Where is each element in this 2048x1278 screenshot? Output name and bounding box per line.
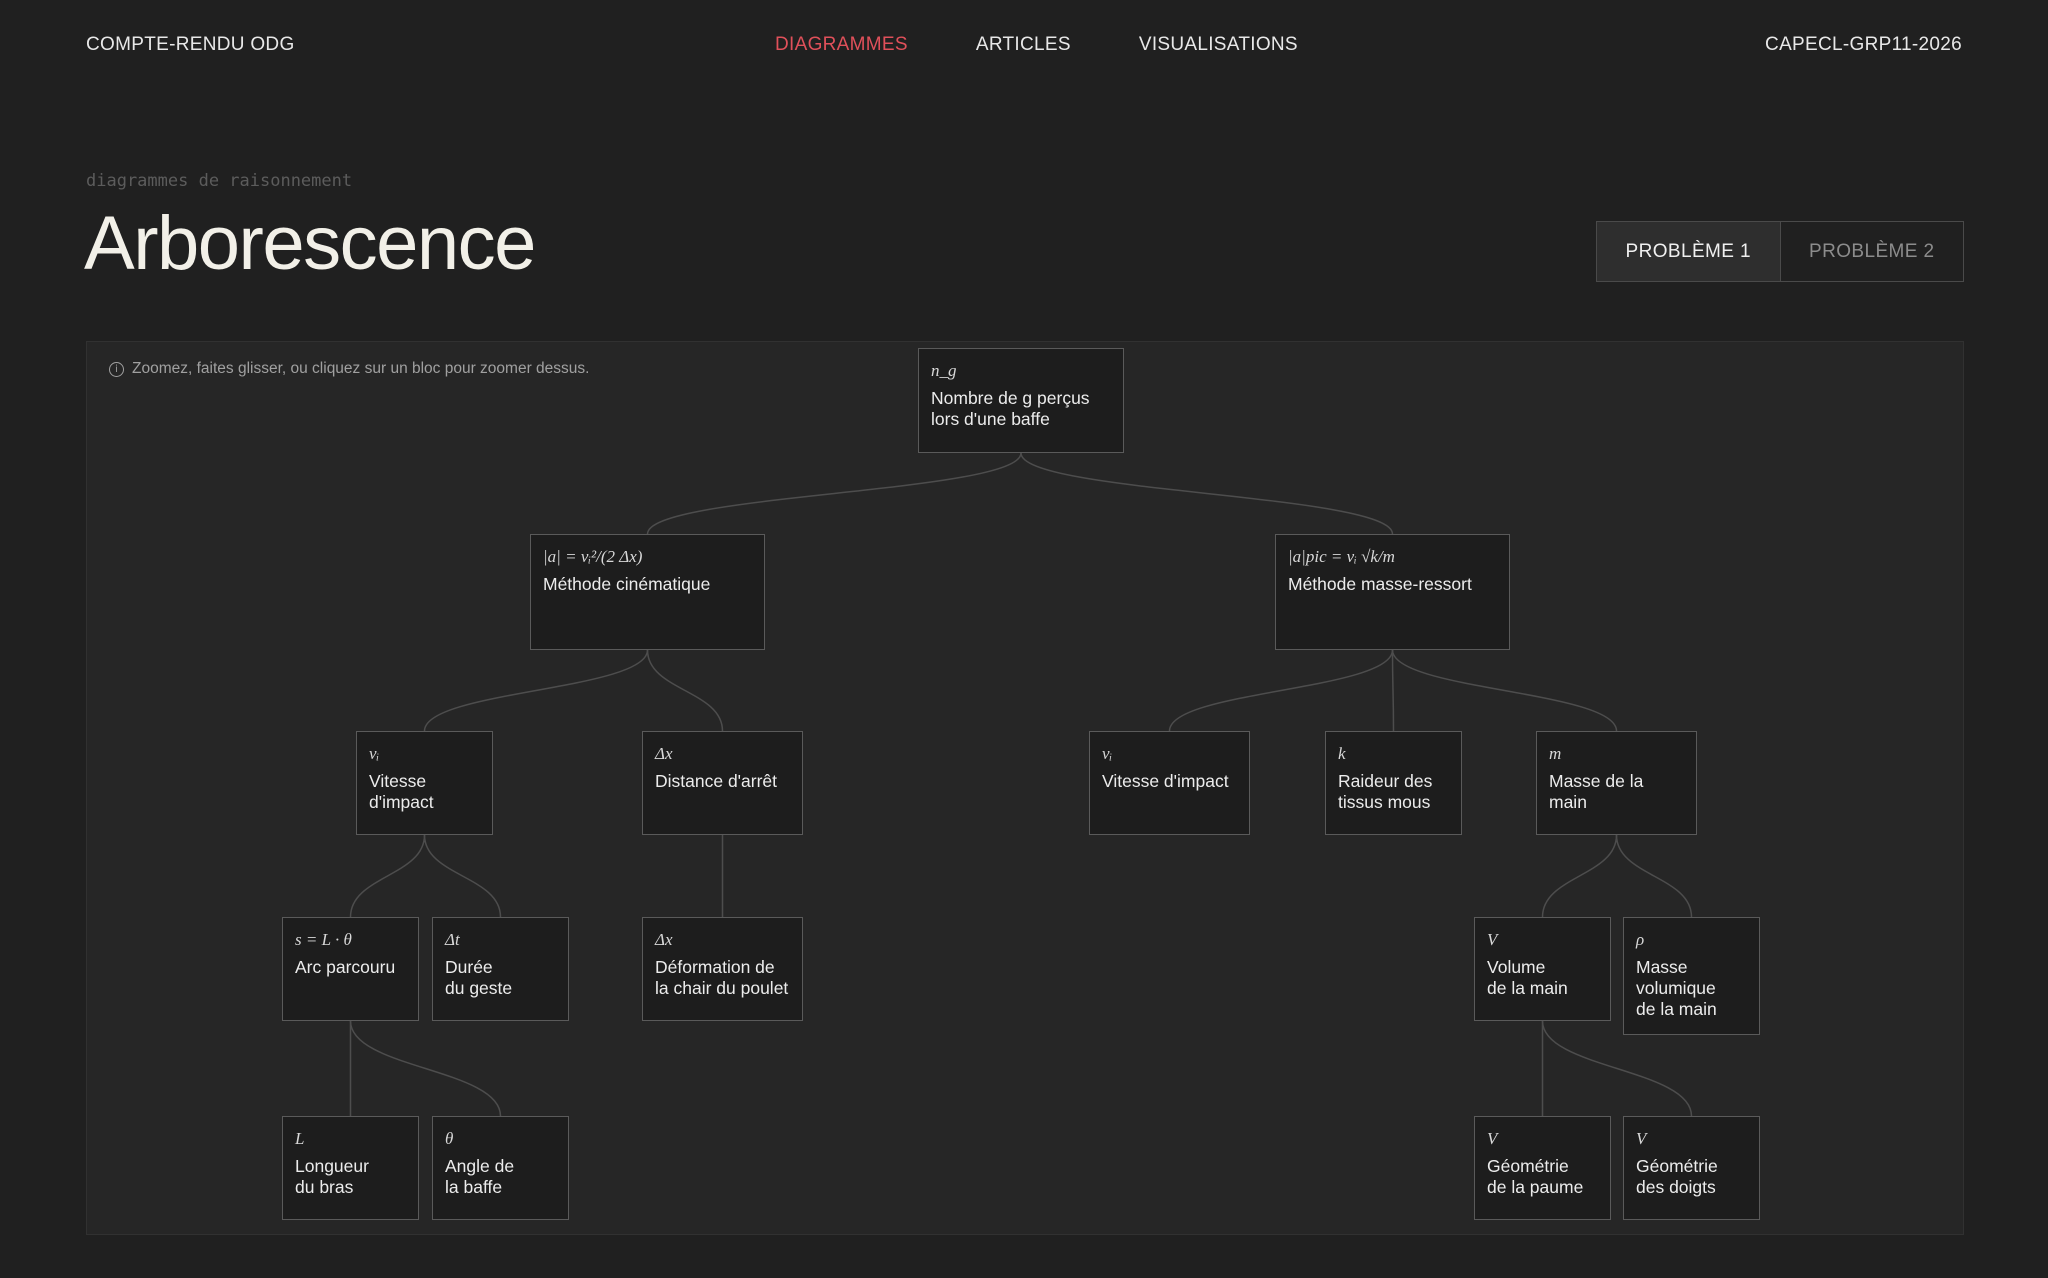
node-label: Volume de la main bbox=[1487, 957, 1568, 998]
edge-cin-vi1 bbox=[423, 649, 649, 732]
edge-s-theta bbox=[349, 1020, 502, 1117]
node-label: Distance d'arrêt bbox=[655, 771, 778, 791]
tree-node-cin[interactable]: |a| = vᵢ²/(2 Δx) Méthode cinématique bbox=[530, 534, 765, 650]
node-label: Masse volumique de la main bbox=[1636, 957, 1717, 1019]
node-formula: |a| = vᵢ²/(2 Δx) bbox=[543, 547, 643, 566]
node-label: Durée du geste bbox=[445, 957, 513, 998]
tree-node-L[interactable]: L Longueur du bras bbox=[282, 1116, 419, 1220]
node-formula: V bbox=[1487, 930, 1498, 949]
main-menu: DIAGRAMMES ARTICLES VISUALISATIONS bbox=[775, 34, 1298, 56]
edge-mr-vi2 bbox=[1168, 649, 1394, 732]
node-label: Arc parcouru bbox=[295, 957, 396, 977]
problem-1-button[interactable]: PROBLÈME 1 bbox=[1597, 222, 1781, 281]
top-nav: COMPTE-RENDU ODG DIAGRAMMES ARTICLES VIS… bbox=[0, 0, 2048, 92]
node-formula: vᵢ bbox=[369, 744, 380, 763]
tree-node-k[interactable]: k Raideur des tissus mous bbox=[1325, 731, 1462, 835]
edge-V-Vd bbox=[1541, 1020, 1693, 1117]
tree-node-Vd[interactable]: V Géométrie des doigts bbox=[1623, 1116, 1760, 1220]
tree-node-dt[interactable]: Δt Durée du geste bbox=[432, 917, 569, 1021]
problem-2-button[interactable]: PROBLÈME 2 bbox=[1781, 222, 1964, 281]
tree-node-rho[interactable]: ρ Masse volumique de la main bbox=[1623, 917, 1760, 1035]
diagram-canvas[interactable]: i Zoomez, faites glisser, ou cliquez sur… bbox=[86, 341, 1964, 1235]
node-formula: m bbox=[1549, 744, 1562, 763]
tree-node-dx1[interactable]: Δx Distance d'arrêt bbox=[642, 731, 803, 835]
tree-node-dx2[interactable]: Δx Déformation de la chair du poulet bbox=[642, 917, 803, 1021]
tree-node-mr[interactable]: |a|pic = vᵢ √k/m Méthode masse-ressort bbox=[1275, 534, 1510, 650]
node-formula: k bbox=[1338, 744, 1346, 763]
node-label: Déformation de la chair du poulet bbox=[655, 957, 789, 998]
node-label: Masse de la main bbox=[1549, 771, 1644, 812]
node-formula: V bbox=[1487, 1129, 1498, 1148]
edge-mr-k bbox=[1391, 649, 1395, 732]
node-formula: n_g bbox=[931, 361, 957, 380]
node-label: Vitesse d'impact bbox=[369, 771, 434, 812]
node-label: Nombre de g perçus lors d'une baffe bbox=[931, 388, 1090, 429]
edge-mr-m bbox=[1391, 649, 1618, 732]
site-brand[interactable]: COMPTE-RENDU ODG bbox=[86, 34, 295, 56]
node-label: Angle de la baffe bbox=[445, 1156, 515, 1197]
node-label: Géométrie de la paume bbox=[1487, 1156, 1584, 1197]
node-label: Géométrie des doigts bbox=[1636, 1156, 1718, 1197]
node-formula: Δx bbox=[655, 930, 673, 949]
edge-root-mr bbox=[1020, 452, 1394, 535]
edge-m-rho bbox=[1615, 834, 1693, 918]
node-formula: vᵢ bbox=[1102, 744, 1113, 763]
project-code: CAPECL-GRP11-2026 bbox=[1765, 34, 1962, 55]
node-formula: s = L · θ bbox=[295, 930, 352, 949]
node-label: Vitesse d'impact bbox=[1102, 771, 1229, 791]
node-formula: Δx bbox=[655, 744, 673, 763]
page-eyebrow: diagrammes de raisonnement bbox=[86, 171, 353, 191]
nav-articles[interactable]: ARTICLES bbox=[976, 34, 1071, 56]
edge-vi1-dt bbox=[423, 834, 502, 918]
tree-node-vi1[interactable]: vᵢ Vitesse d'impact bbox=[356, 731, 493, 835]
node-label: Raideur des tissus mous bbox=[1338, 771, 1433, 812]
tree-node-V[interactable]: V Volume de la main bbox=[1474, 917, 1611, 1021]
tree-node-root[interactable]: n_g Nombre de g perçus lors d'une baffe bbox=[918, 348, 1124, 453]
edge-m-V bbox=[1541, 834, 1618, 918]
nav-visualisations[interactable]: VISUALISATIONS bbox=[1139, 34, 1298, 56]
tree-node-s[interactable]: s = L · θ Arc parcouru bbox=[282, 917, 419, 1021]
tree-node-m[interactable]: m Masse de la main bbox=[1536, 731, 1697, 835]
problem-toggle: PROBLÈME 1 PROBLÈME 2 bbox=[1596, 221, 1964, 282]
edge-cin-dx1 bbox=[646, 649, 724, 732]
node-formula: ρ bbox=[1636, 930, 1645, 949]
node-label: Méthode masse-ressort bbox=[1288, 574, 1472, 594]
node-label: Longueur du bras bbox=[295, 1156, 369, 1197]
tree-node-vi2[interactable]: vᵢ Vitesse d'impact bbox=[1089, 731, 1250, 835]
page-title: Arborescence bbox=[84, 201, 536, 286]
edge-root-cin bbox=[646, 452, 1022, 535]
node-formula: θ bbox=[445, 1129, 454, 1148]
edge-vi1-s bbox=[349, 834, 426, 918]
node-label: Méthode cinématique bbox=[543, 574, 711, 594]
node-formula: V bbox=[1636, 1129, 1647, 1148]
node-formula: Δt bbox=[445, 930, 460, 949]
tree-node-theta[interactable]: θ Angle de la baffe bbox=[432, 1116, 569, 1220]
node-formula: |a|pic = vᵢ √k/m bbox=[1288, 547, 1395, 566]
node-formula: L bbox=[295, 1129, 305, 1148]
tree-node-Vp[interactable]: V Géométrie de la paume bbox=[1474, 1116, 1611, 1220]
nav-diagrammes[interactable]: DIAGRAMMES bbox=[775, 34, 908, 56]
